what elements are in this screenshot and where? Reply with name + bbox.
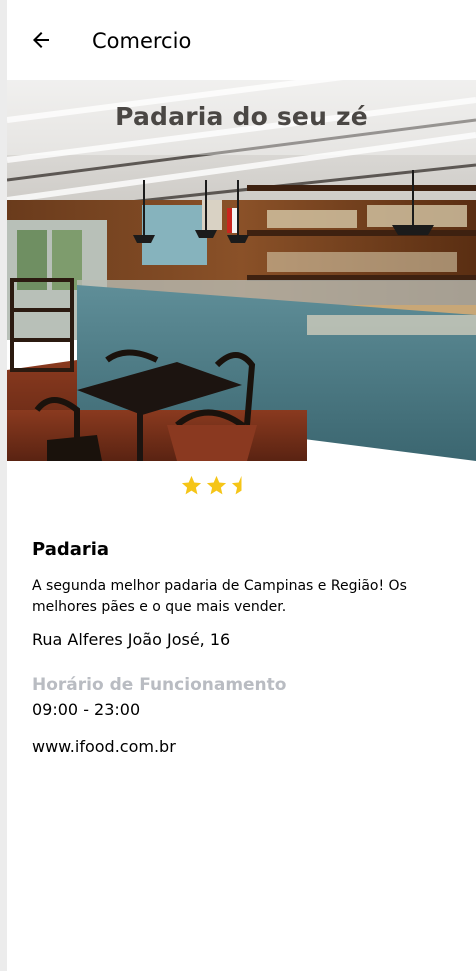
hours-label: Horário de Funcionamento	[32, 675, 287, 695]
store-category: Padaria	[32, 539, 110, 560]
hero-image: Padaria do seu zé	[7, 80, 476, 461]
rating-stars	[180, 474, 253, 500]
window-edge	[0, 0, 7, 971]
store-name: Padaria do seu zé	[115, 102, 368, 131]
star-full-icon	[206, 475, 227, 495]
page-title: Comercio	[92, 29, 192, 53]
arrow-left-icon	[33, 32, 49, 48]
back-button[interactable]	[27, 26, 55, 54]
store-description: A segunda melhor padaria de Campinas e R…	[32, 578, 407, 615]
star-full-icon	[181, 475, 202, 495]
star-half-icon	[231, 475, 242, 495]
website-link[interactable]: www.ifood.com.br	[32, 737, 176, 756]
hours-value: 09:00 - 23:00	[32, 700, 141, 719]
app-bar: Comercio	[7, 0, 476, 80]
store-address: Rua Alferes João José, 16	[32, 630, 231, 649]
bakery-interior-photo	[7, 80, 476, 461]
